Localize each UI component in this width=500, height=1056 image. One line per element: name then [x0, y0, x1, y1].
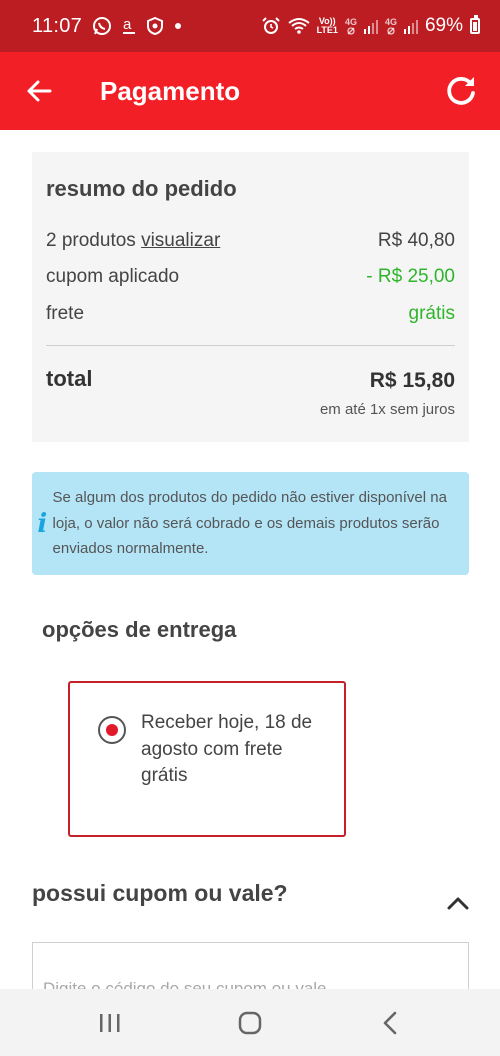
products-label: 2 produtos	[46, 230, 136, 251]
delivery-options-title: opções de entrega	[42, 617, 237, 642]
amazon-icon: a	[122, 16, 136, 36]
back-button[interactable]	[0, 52, 78, 130]
signal-bars-2-icon	[403, 18, 418, 34]
alarm-icon	[261, 16, 281, 36]
shipping-row: frete grátis	[46, 303, 455, 325]
coupon-section-title: possui cupom ou vale?	[32, 880, 288, 906]
coupon-value: - R$ 25,00	[366, 266, 455, 287]
recents-icon	[100, 1013, 120, 1032]
recents-button[interactable]	[80, 998, 140, 1048]
shipping-label: frete	[46, 303, 85, 324]
chevron-up-icon	[447, 897, 469, 910]
coupon-row: cupom aplicado - R$ 25,00	[46, 266, 455, 288]
refresh-icon	[447, 77, 475, 105]
notification-icons: a	[92, 16, 182, 36]
info-notice: i Se algum dos produtos do pedido não es…	[32, 472, 469, 575]
summary-title: resumo do pedido	[46, 176, 237, 201]
coupon-label: cupom aplicado	[46, 266, 180, 287]
app-bar: Pagamento	[0, 52, 500, 130]
battery-icon	[470, 15, 480, 34]
signal-bars-1-icon	[363, 18, 378, 34]
refresh-button[interactable]	[422, 52, 500, 130]
view-products-link[interactable]: visualizar	[141, 230, 220, 251]
whatsapp-icon	[92, 16, 112, 36]
shipping-value: grátis	[408, 303, 455, 324]
delivery-option-label: Receber hoje, 18 de agosto com frete grá…	[141, 712, 313, 786]
arrow-left-icon	[27, 80, 52, 102]
total-label: total	[46, 366, 93, 391]
status-right-icons: Vo)) LTE1 4G 4G 69%	[261, 15, 480, 37]
shield-hand-icon	[146, 16, 164, 36]
order-summary-card: resumo do pedido 2 produtos visualizar R…	[32, 152, 469, 442]
info-icon: i	[37, 508, 48, 539]
radio-selected-dot	[106, 724, 118, 736]
installments-text: em até 1x sem juros	[319, 401, 455, 418]
svg-text:a: a	[123, 16, 132, 33]
delivery-option-today[interactable]: Receber hoje, 18 de agosto com frete grá…	[68, 681, 346, 837]
home-button[interactable]	[220, 998, 280, 1048]
back-chevron-icon	[383, 1011, 397, 1034]
collapse-coupon-button[interactable]	[440, 885, 476, 921]
products-value: R$ 40,80	[377, 230, 455, 251]
summary-divider	[46, 345, 455, 346]
status-time: 11:07	[32, 14, 83, 37]
info-text: Se algum dos produtos do pedido não esti…	[52, 489, 447, 558]
page-title: Pagamento	[100, 75, 241, 106]
signal-2-icon: 4G	[385, 17, 397, 35]
status-bar: 11:07 a Vo)) LTE1 4G 4G 69%	[0, 0, 500, 52]
wifi-icon	[287, 17, 310, 35]
delivery-radio[interactable]	[98, 716, 126, 744]
dot-icon	[174, 22, 182, 30]
nav-back-button[interactable]	[360, 998, 420, 1048]
signal-1-icon: 4G	[345, 17, 357, 35]
battery-percent: 69%	[424, 15, 463, 36]
home-icon	[238, 1011, 262, 1034]
system-nav-bar	[0, 989, 500, 1056]
total-value: R$ 15,80	[369, 369, 455, 392]
products-label-group: 2 produtos visualizar	[46, 230, 220, 252]
volte-icon: Vo)) LTE1	[316, 16, 338, 35]
products-row: 2 produtos visualizar R$ 40,80	[46, 230, 455, 252]
